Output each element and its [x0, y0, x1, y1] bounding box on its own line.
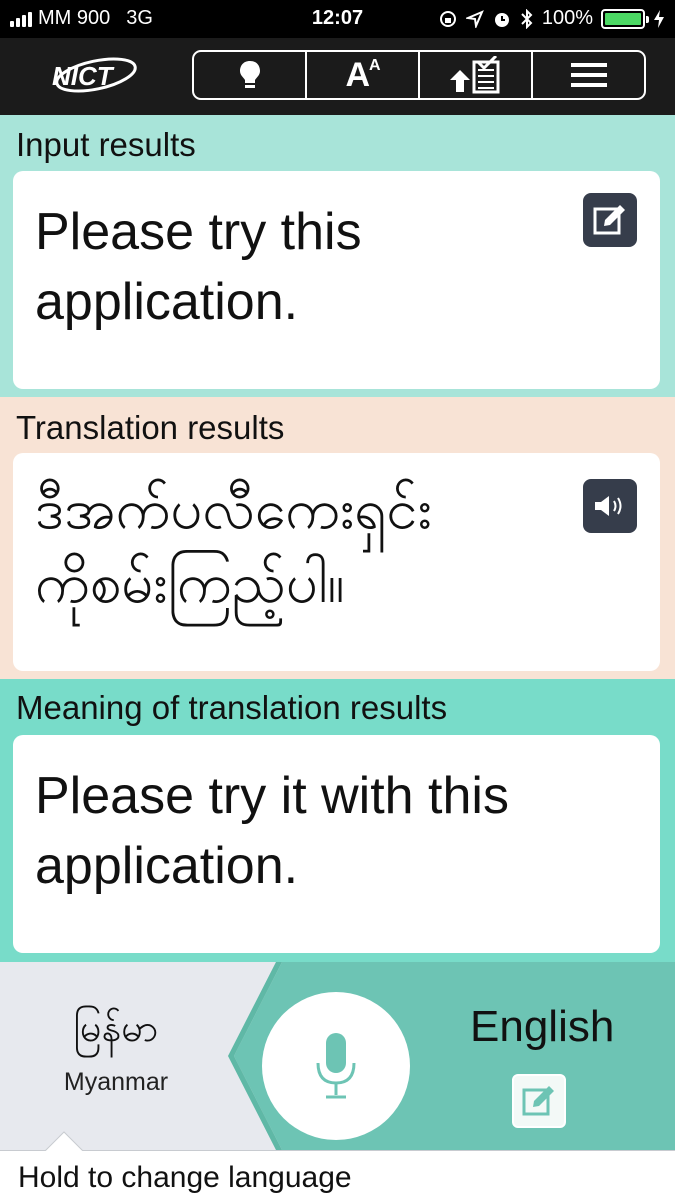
location-icon [465, 9, 484, 28]
meaning-card: Please try it with this application. [13, 735, 660, 953]
bluetooth-icon [521, 8, 533, 29]
lightbulb-icon [239, 61, 260, 88]
input-results-card: Please try this application. [13, 171, 660, 389]
alarm-icon [494, 12, 509, 27]
status-bar: MM 900 3G 12:07 100% [0, 0, 675, 38]
battery-icon [601, 8, 649, 29]
translation-results-label: Translation results [16, 409, 285, 446]
microphone-button[interactable] [262, 992, 410, 1140]
hint-pointer [44, 1131, 84, 1153]
input-text: Please try this application. [35, 203, 362, 331]
hamburger-menu-icon [570, 63, 607, 87]
tips-button[interactable] [194, 52, 307, 98]
toolbar-button-group: AA [192, 50, 646, 100]
battery-percent: 100% [541, 7, 593, 29]
charging-icon [654, 9, 664, 28]
edit-icon [522, 1086, 554, 1116]
target-language-name[interactable]: English [470, 1002, 614, 1052]
input-results-section: Input results Please try this applicatio… [0, 115, 675, 397]
menu-button[interactable] [533, 52, 644, 98]
meaning-text: Please try it with this application. [35, 767, 509, 895]
toolbar: NICT AA [0, 38, 675, 115]
edit-input-button[interactable] [583, 193, 637, 247]
nict-logo: NICT [46, 53, 138, 97]
input-results-label: Input results [16, 126, 196, 163]
rotation-lock-icon [439, 10, 456, 27]
edit-icon [593, 205, 625, 235]
meaning-section: Meaning of translation results Please tr… [0, 679, 675, 962]
font-size-button[interactable]: AA [307, 52, 420, 98]
translation-results-section: Translation results ဒီအက်ပလီကေးရှင်း ကို… [0, 397, 675, 679]
font-size-icon: AA [345, 55, 380, 94]
language-bar: မြန်မာ Myanmar English [0, 962, 675, 1150]
play-audio-button[interactable] [583, 479, 637, 533]
translation-results-card: ဒီအက်ပလီကေးရှင်း ကိုစမ်းကြည့်ပါ။ [13, 453, 660, 671]
hint-text: Hold to change language [18, 1161, 352, 1194]
microphone-icon [316, 1033, 356, 1099]
meaning-label: Meaning of translation results [16, 689, 448, 726]
text-input-button[interactable] [512, 1074, 566, 1128]
speaker-icon [595, 496, 622, 516]
translation-text: ဒီအက်ပလီကေးရှင်း ကိုစမ်းကြည့်ပါ။ [35, 477, 432, 616]
upload-checklist-icon [449, 56, 499, 94]
logo-text: NICT [52, 61, 115, 91]
language-hint: Hold to change language [0, 1131, 675, 1200]
history-upload-button[interactable] [420, 52, 533, 98]
